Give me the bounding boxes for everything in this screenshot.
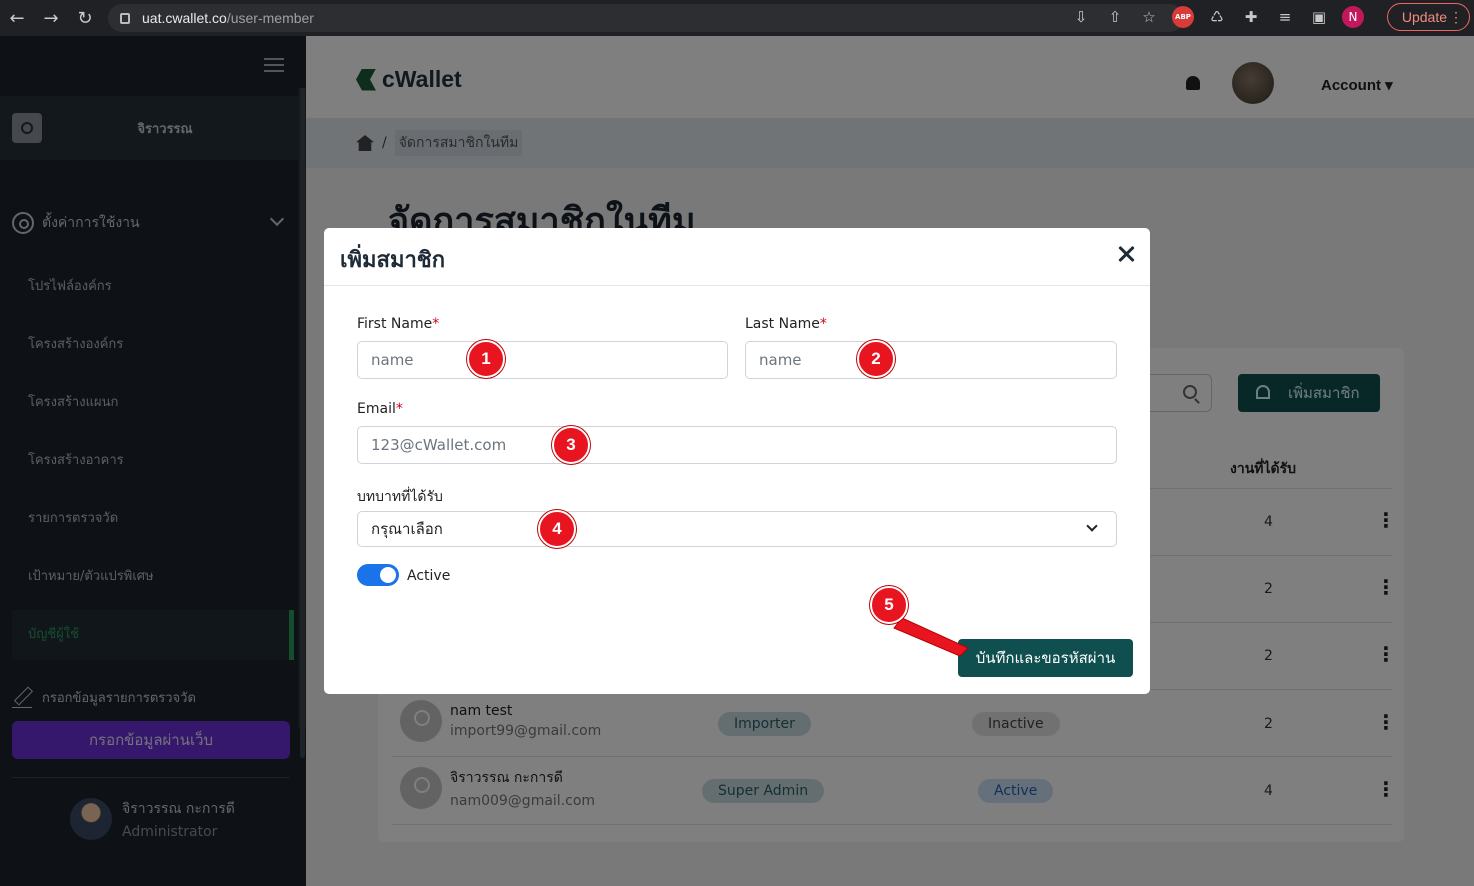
step-marker-4: 4: [538, 510, 576, 548]
step-marker-2: 2: [857, 340, 895, 378]
step-5-arrow-icon: [893, 617, 969, 657]
step-marker-3: 3: [552, 426, 590, 464]
step-marker-1: 1: [467, 340, 505, 378]
step-marker-5: 5: [870, 586, 908, 624]
